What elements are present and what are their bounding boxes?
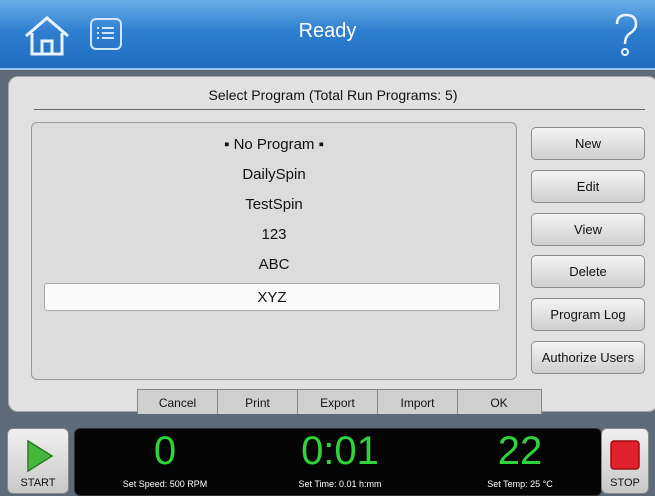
speed-readout: 0 [153,429,177,473]
set-temp-label: Set Temp: 25 °C [487,479,553,489]
top-bar: Ready [0,0,655,70]
program-panel: Select Program (Total Run Programs: 5) ▪… [8,76,655,417]
stop-button[interactable]: STOP [601,428,649,494]
print-button[interactable]: Print [218,390,298,417]
view-button[interactable]: View [531,213,645,246]
list-item-123[interactable]: 123 [32,221,516,249]
import-button[interactable]: Import [378,390,458,417]
program-list: ▪ No Program ▪ DailySpin TestSpin 123 AB… [31,122,517,380]
authorize-users-button[interactable]: Authorize Users [531,341,645,374]
program-log-button[interactable]: Program Log [531,298,645,331]
ok-button[interactable]: OK [458,390,540,417]
set-speed-label: Set Speed: 500 RPM [122,479,208,489]
action-tab-bar: Cancel Print Export Import OK [137,389,542,417]
stop-icon [610,440,640,470]
stop-label: STOP [610,477,640,489]
start-button[interactable]: START [7,428,69,494]
time-readout: 0:01 [301,429,379,473]
edit-button[interactable]: Edit [531,170,645,203]
list-item-dailyspin[interactable]: DailySpin [32,161,516,189]
list-item-testspin[interactable]: TestSpin [32,191,516,219]
start-label: START [20,477,56,489]
list-item-xyz-selected[interactable]: XYZ [44,283,500,311]
divider [34,109,645,110]
list-item-no-program[interactable]: ▪ No Program ▪ [32,131,516,159]
panel-title: Select Program (Total Run Programs: 5) [208,87,458,103]
new-button[interactable]: New [531,127,645,160]
set-time-label: Set Time: 0.01 h:mm [298,479,382,489]
temp-readout: 22 [497,429,543,473]
help-icon[interactable] [611,12,641,58]
play-icon [27,439,54,473]
cancel-button[interactable]: Cancel [138,390,218,417]
status-display: 0 Set Speed: 500 RPM 0:01 Set Time: 0.01… [74,428,602,496]
delete-button[interactable]: Delete [531,255,645,288]
page-title: Ready [298,20,357,42]
export-button[interactable]: Export [298,390,378,417]
list-item-abc[interactable]: ABC [32,251,516,279]
